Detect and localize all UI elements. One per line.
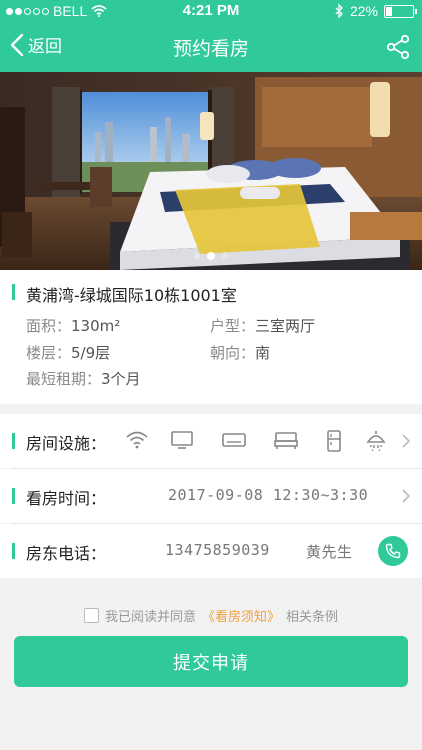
orientation-item: 朝向：南	[210, 342, 270, 363]
accent-bar	[12, 488, 15, 504]
area-value: 130m²	[71, 317, 121, 335]
status-bar: BELL 4:21 PM 22%	[0, 0, 422, 22]
facilities-label: 房间设施：	[26, 434, 107, 453]
wifi-icon	[126, 431, 148, 449]
floor-label: 楼层：	[26, 344, 72, 362]
chevron-right-icon	[402, 489, 410, 503]
floor-item: 楼层：5/9层	[26, 342, 110, 363]
bluetooth-icon	[335, 4, 343, 18]
min-lease-value: 3个月	[101, 370, 141, 388]
navbar: 返回 预约看房	[0, 22, 422, 72]
floor-value: 5/9层	[71, 344, 111, 362]
area-label: 面积：	[26, 317, 72, 335]
layout-value: 三室两厅	[255, 317, 316, 335]
phone-icon	[385, 543, 401, 559]
carousel-indicator	[0, 252, 422, 260]
agreement-checkbox[interactable]	[83, 608, 99, 623]
viewing-time-value: 2017-09-08 12:30~3:30	[168, 486, 369, 504]
call-button[interactable]	[378, 536, 408, 566]
layout-label: 户型：	[210, 317, 256, 335]
carousel-dot[interactable]	[207, 252, 215, 260]
agreement-prefix: 我已阅读并同意	[104, 610, 196, 625]
page-title: 预约看房	[172, 38, 249, 60]
viewing-terms-link[interactable]: 《看房须知》	[202, 606, 280, 625]
battery-icon	[384, 4, 417, 18]
shower-icon	[366, 431, 386, 451]
carousel-dot[interactable]	[193, 252, 201, 260]
share-button[interactable]	[386, 34, 410, 64]
bed-icon	[274, 432, 298, 449]
property-name: 黄浦湾-绿城国际10栋1001室	[26, 286, 237, 305]
carousel-dot[interactable]	[221, 252, 229, 260]
viewing-time-label: 看房时间：	[26, 489, 107, 508]
viewing-time-row[interactable]: 看房时间： 2017-09-08 12:30~3:30	[0, 469, 422, 523]
facilities-row[interactable]: 房间设施：	[0, 414, 422, 468]
submit-button[interactable]: 提交申请	[14, 636, 408, 687]
landlord-phone-number: 13475859039	[165, 541, 270, 559]
layout-item: 户型：三室两厅	[210, 315, 315, 336]
bedroom-photo	[0, 72, 422, 270]
fridge-icon	[327, 430, 341, 452]
orientation-label: 朝向：	[210, 344, 256, 362]
property-info-card: 黄浦湾-绿城国际10栋1001室 面积：130m² 户型：三室两厅 楼层：5/9…	[0, 270, 422, 404]
area-item: 面积：130m²	[26, 315, 120, 336]
orientation-value: 南	[255, 344, 271, 362]
landlord-name: 黄先生	[306, 543, 353, 561]
accent-bar	[12, 284, 15, 300]
min-lease-label: 最短租期：	[26, 370, 102, 388]
battery-percent: 22%	[349, 3, 378, 19]
chevron-right-icon	[402, 434, 410, 448]
agreement-line: 我已阅读并同意 《看房须知》 相关条例	[0, 606, 422, 625]
accent-bar	[12, 433, 15, 449]
share-icon	[386, 34, 410, 60]
landlord-phone-row: 房东电话： 13475859039 黄先生	[0, 524, 422, 578]
agreement-suffix: 相关条例	[286, 610, 339, 625]
tv-icon	[171, 431, 193, 449]
room-photo-carousel[interactable]	[0, 72, 422, 270]
landlord-phone-label: 房东电话：	[26, 544, 107, 563]
min-lease-item: 最短租期：3个月	[26, 368, 141, 389]
accent-bar	[12, 543, 15, 559]
air-conditioner-icon	[222, 433, 246, 447]
